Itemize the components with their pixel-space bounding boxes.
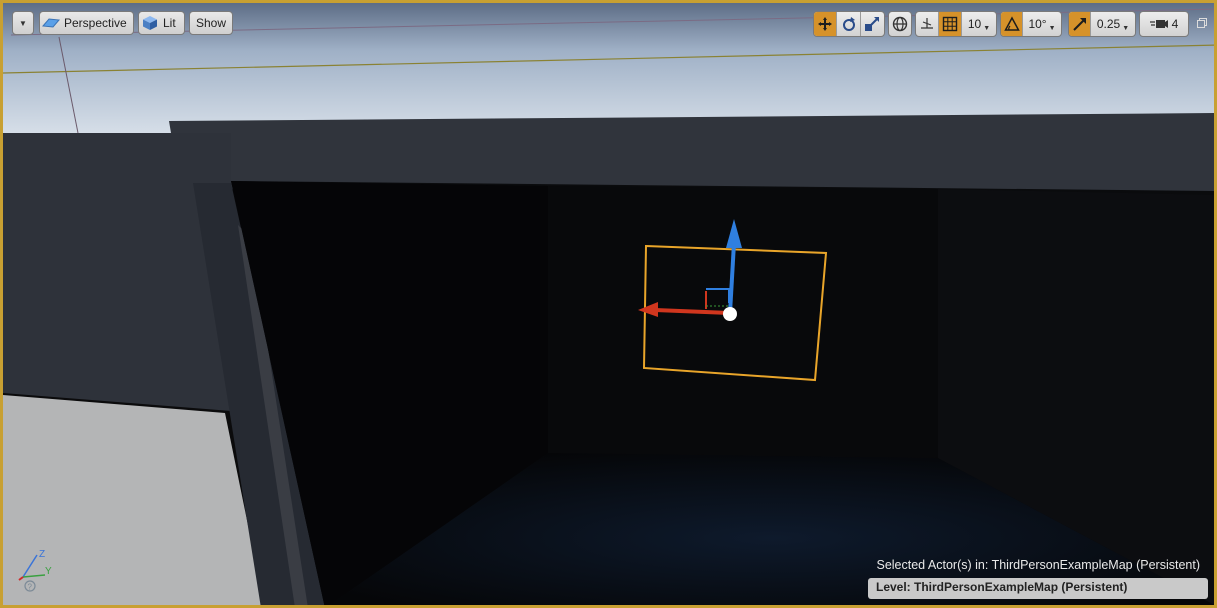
rotation-snap-toggle[interactable] — [1001, 12, 1023, 36]
surface-snap-icon — [921, 18, 933, 29]
surface-snap-button[interactable] — [916, 12, 939, 36]
angle-icon — [1003, 16, 1020, 31]
perspective-label: Perspective — [64, 16, 127, 30]
chevron-down-icon: ▼ — [1122, 24, 1130, 32]
world-space-button[interactable] — [889, 12, 911, 36]
help-icon-glyph: ? — [28, 583, 33, 592]
show-button[interactable]: Show — [189, 11, 233, 35]
rotation-snap-value: 10° — [1028, 17, 1047, 31]
selected-actors-status: Selected Actor(s) in: ThirdPersonExample… — [876, 558, 1200, 572]
grid-snap-toggle[interactable] — [939, 12, 962, 36]
y-axis-line — [22, 574, 46, 578]
scene-render[interactable] — [3, 3, 1217, 608]
scale-snap-group: 0.25 ▼ — [1068, 11, 1136, 37]
level-viewport[interactable]: ▼ Perspective Lit Show 10 ▼ 10° ▼ 0.25 ▼… — [0, 0, 1217, 608]
current-level-bar: Level: ThirdPersonExampleMap (Persistent… — [868, 578, 1208, 599]
grid-snap-value: 10 — [967, 17, 982, 31]
move-icon — [818, 17, 833, 31]
show-label: Show — [195, 16, 227, 30]
viewport-options-button[interactable]: ▼ — [12, 11, 34, 35]
coordinate-space-group — [888, 11, 912, 37]
z-axis-label: Z — [39, 549, 45, 560]
grid-snap-group: 10 ▼ — [915, 11, 997, 37]
scale-mode-button[interactable] — [861, 12, 884, 36]
lit-button[interactable]: Lit — [138, 11, 185, 35]
rotation-snap-value-dropdown[interactable]: 10° ▼ — [1023, 12, 1061, 36]
rotate-mode-button[interactable] — [837, 12, 861, 36]
scale-snap-value-dropdown[interactable]: 0.25 ▼ — [1091, 12, 1135, 36]
transform-mode-group — [813, 11, 885, 37]
left-wall — [3, 133, 231, 411]
lit-cube-icon — [139, 15, 161, 31]
globe-icon — [892, 16, 908, 32]
scale-snap-toggle[interactable] — [1069, 12, 1091, 36]
scale-icon — [865, 17, 880, 31]
camera-speed-icon — [1149, 20, 1168, 28]
camera-speed-value: 4 — [1171, 17, 1179, 31]
room-back-wall — [548, 186, 938, 458]
grid-snap-value-dropdown[interactable]: 10 ▼ — [962, 12, 996, 36]
scale-snap-value: 0.25 — [1096, 17, 1121, 31]
x-axis-line — [18, 576, 24, 581]
perspective-icon — [40, 17, 62, 29]
restore-icon — [1197, 18, 1207, 28]
camera-speed-group: 4 — [1139, 11, 1189, 37]
grid-icon — [942, 16, 958, 32]
translate-mode-button[interactable] — [814, 12, 838, 36]
perspective-button[interactable]: Perspective — [39, 11, 134, 35]
rotate-icon — [842, 17, 855, 31]
maximize-viewport-button[interactable] — [1196, 17, 1208, 29]
z-axis-line — [22, 554, 38, 578]
rotation-snap-group: 10° ▼ — [1000, 11, 1062, 37]
chevron-down-icon: ▼ — [1048, 24, 1056, 32]
chevron-down-icon: ▼ — [19, 18, 27, 28]
axis-indicator: Z Y ? — [18, 549, 52, 592]
scale-snap-icon — [1072, 18, 1086, 31]
chevron-down-icon: ▼ — [983, 24, 991, 32]
lit-label: Lit — [163, 16, 176, 30]
y-axis-label: Y — [45, 566, 52, 577]
camera-speed-button[interactable]: 4 — [1140, 12, 1188, 36]
